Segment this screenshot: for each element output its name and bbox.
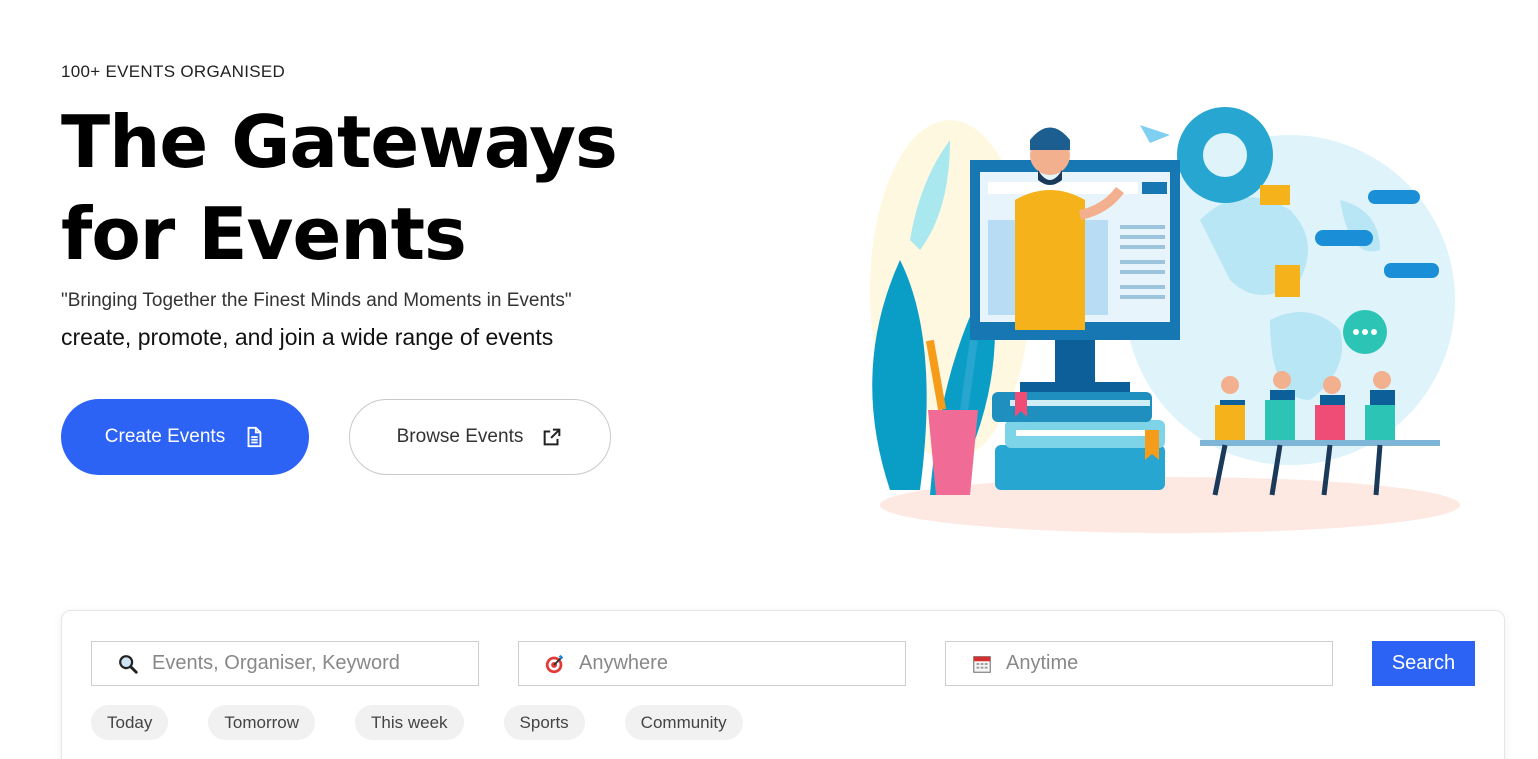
location-input[interactable] bbox=[579, 652, 879, 675]
title-line-1: The Gateways bbox=[61, 100, 618, 184]
events-count-eyebrow: 100+ EVENTS ORGANISED bbox=[61, 62, 286, 81]
external-link-icon bbox=[541, 426, 563, 448]
magnifier-icon bbox=[116, 652, 140, 676]
keyword-field[interactable] bbox=[91, 641, 479, 686]
browse-events-label: Browse Events bbox=[396, 426, 524, 447]
hero-illustration bbox=[870, 107, 1460, 533]
chip-tomorrow[interactable]: Tomorrow bbox=[208, 705, 315, 740]
browse-events-button[interactable]: Browse Events bbox=[349, 399, 611, 475]
hero-section: 100+ EVENTS ORGANISED The Gateways for E… bbox=[61, 62, 761, 351]
chip-this-week[interactable]: This week bbox=[355, 705, 464, 740]
target-icon bbox=[543, 652, 567, 676]
search-panel: Search Today Tomorrow This week Sports C… bbox=[61, 610, 1505, 759]
calendar-icon bbox=[970, 652, 994, 676]
keyword-input[interactable] bbox=[152, 652, 452, 675]
chip-community[interactable]: Community bbox=[624, 705, 743, 740]
create-events-button[interactable]: Create Events bbox=[61, 399, 309, 475]
location-field[interactable] bbox=[518, 641, 906, 686]
hero-quote: "Bringing Together the Finest Minds and … bbox=[61, 290, 572, 311]
chip-today[interactable]: Today bbox=[91, 705, 169, 740]
chip-sports[interactable]: Sports bbox=[503, 705, 585, 740]
hero-tagline: create, promote, and join a wide range o… bbox=[61, 324, 554, 350]
create-events-label: Create Events bbox=[104, 426, 226, 447]
title-line-2: for Events bbox=[61, 192, 467, 276]
document-icon bbox=[243, 426, 265, 448]
date-field[interactable] bbox=[945, 641, 1333, 686]
date-input[interactable] bbox=[1006, 652, 1306, 675]
search-button[interactable]: Search bbox=[1372, 641, 1475, 686]
quick-filter-chips: Today Tomorrow This week Sports Communit… bbox=[91, 705, 743, 740]
page-title: The Gateways for Events bbox=[61, 96, 761, 280]
